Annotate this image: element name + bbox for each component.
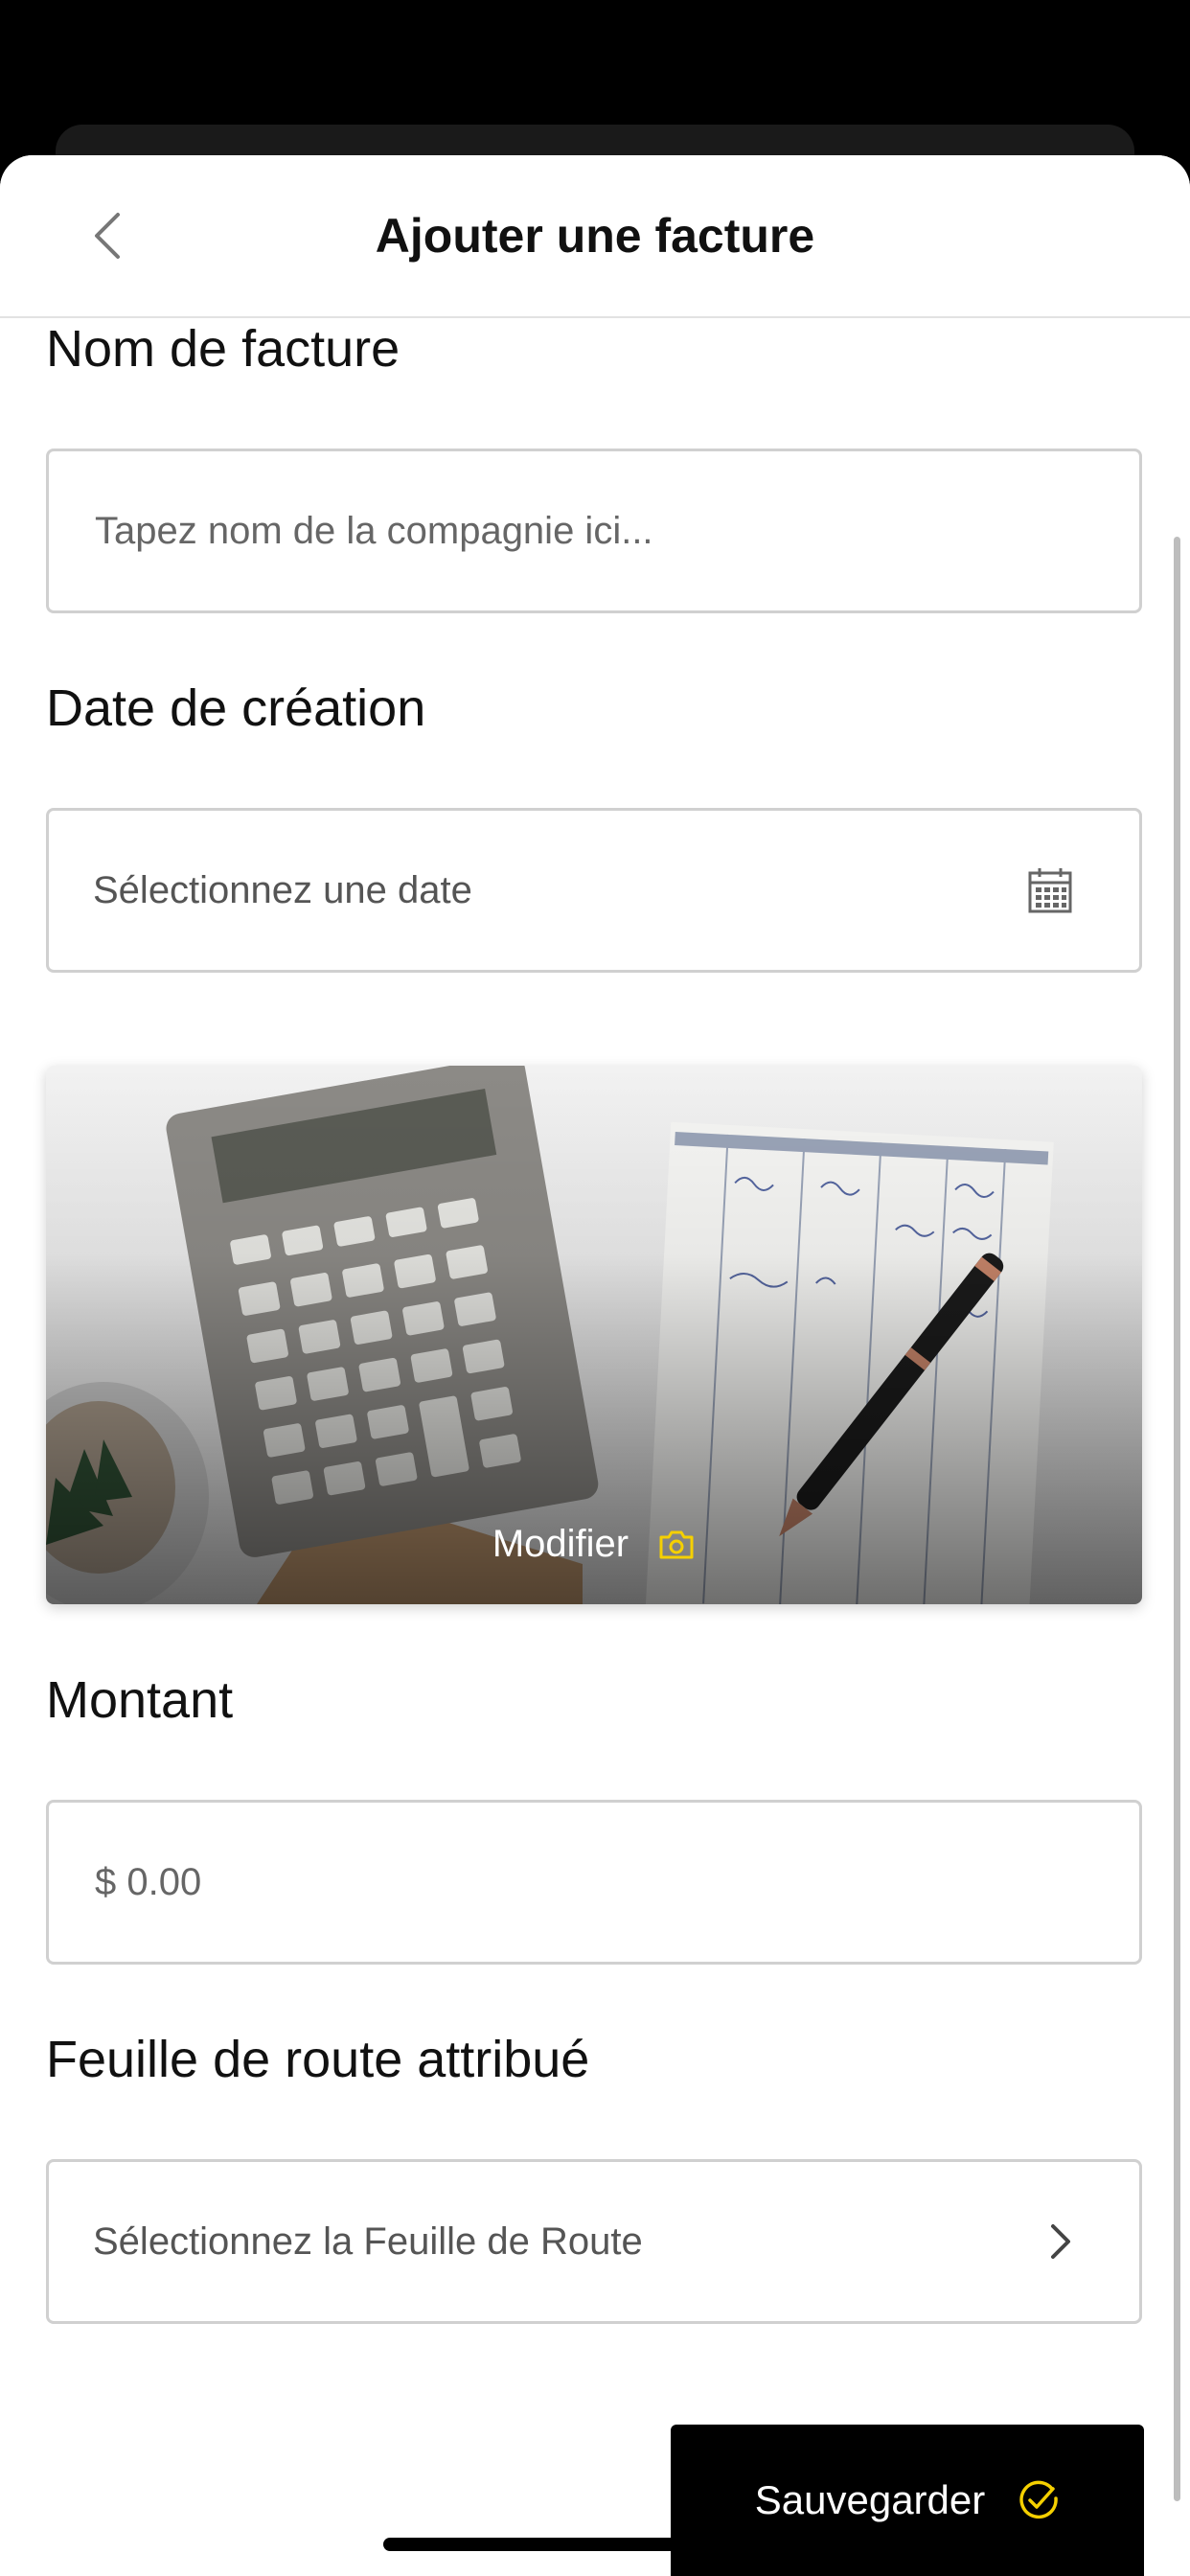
page-title: Ajouter une facture [375, 209, 815, 263]
invoice-name-input[interactable] [93, 508, 959, 554]
creation-date-placeholder: Sélectionnez une date [93, 868, 472, 911]
amount-label: Montant [46, 1671, 234, 1729]
save-button[interactable]: Sauvegarder [671, 2425, 1144, 2576]
amount-field[interactable] [46, 1800, 1142, 1965]
calendar-icon[interactable] [1028, 867, 1072, 913]
scrollbar[interactable] [1174, 537, 1180, 2501]
creation-date-field[interactable]: Sélectionnez une date [46, 808, 1142, 973]
route-sheet-label: Feuille de route attribué [46, 2031, 590, 2088]
route-sheet-field[interactable]: Sélectionnez la Feuille de Route [46, 2159, 1142, 2324]
chevron-right-icon [1049, 2222, 1072, 2261]
save-label: Sauvegarder [754, 2477, 986, 2522]
add-invoice-sheet: Ajouter une facture Nom de facture Date … [0, 155, 1190, 2576]
modify-label: Modifier [492, 1523, 629, 1565]
header: Ajouter une facture [0, 155, 1190, 318]
check-circle-icon [1019, 2480, 1059, 2519]
creation-date-label: Date de création [46, 679, 426, 737]
amount-input[interactable] [93, 1859, 959, 1905]
invoice-name-field[interactable] [46, 448, 1142, 613]
home-indicator[interactable] [383, 2538, 809, 2551]
route-sheet-placeholder: Sélectionnez la Feuille de Route [93, 2220, 643, 2263]
invoice-image[interactable]: Modifier [46, 1066, 1142, 1604]
camera-icon [659, 1530, 694, 1558]
modify-image-button[interactable]: Modifier [46, 1523, 1142, 1566]
invoice-name-label: Nom de facture [46, 320, 400, 378]
